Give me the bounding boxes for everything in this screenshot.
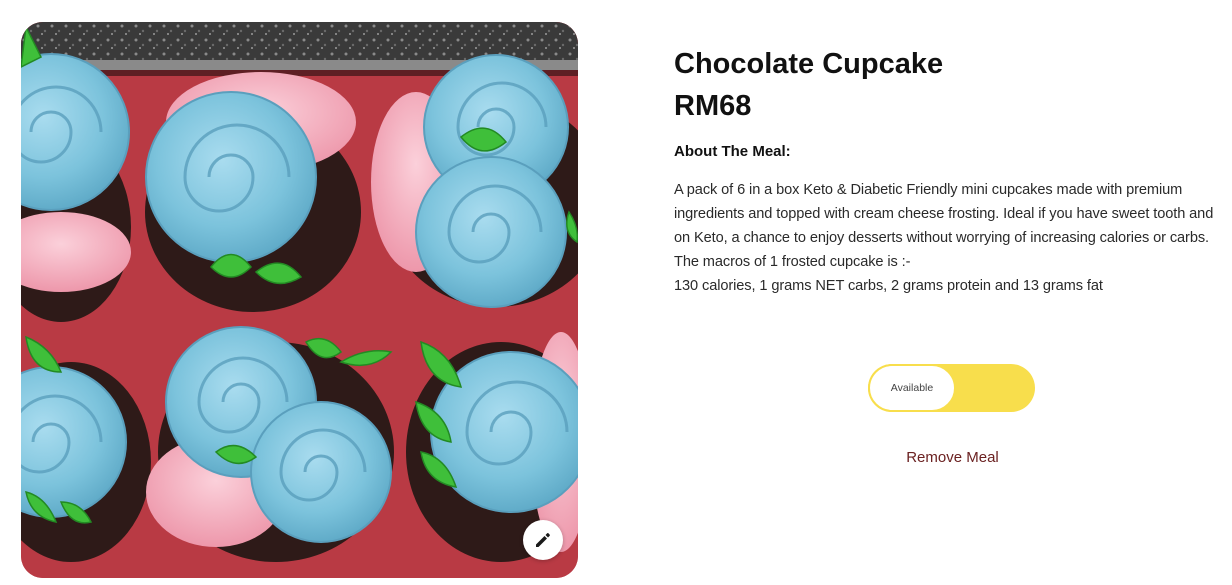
about-heading: About The Meal: bbox=[674, 143, 791, 160]
macros-heading: The macros of 1 frosted cupcake is :- bbox=[674, 254, 911, 270]
pencil-icon bbox=[536, 533, 550, 547]
remove-meal-button[interactable]: Remove Meal bbox=[880, 449, 1025, 466]
meal-detail-page: Chocolate Cupcake RM68 About The Meal: A… bbox=[0, 0, 1232, 585]
description-paragraph: A pack of 6 in a box Keto & Diabetic Fri… bbox=[674, 182, 1214, 246]
meal-info: Chocolate Cupcake RM68 About The Meal: A… bbox=[674, 44, 1226, 298]
meal-photo bbox=[21, 22, 578, 578]
meal-description: A pack of 6 in a box Keto & Diabetic Fri… bbox=[674, 178, 1226, 298]
availability-label: Available bbox=[890, 382, 934, 394]
toggle-knob: Available bbox=[868, 364, 956, 412]
availability-toggle[interactable]: Available bbox=[868, 364, 1035, 412]
meal-price: RM68 bbox=[674, 90, 752, 122]
cupcakes-illustration bbox=[21, 22, 578, 578]
meal-title: Chocolate Cupcake bbox=[674, 48, 944, 80]
macros-values: 130 calories, 1 grams NET carbs, 2 grams… bbox=[674, 278, 1103, 294]
edit-photo-button[interactable] bbox=[523, 520, 563, 560]
